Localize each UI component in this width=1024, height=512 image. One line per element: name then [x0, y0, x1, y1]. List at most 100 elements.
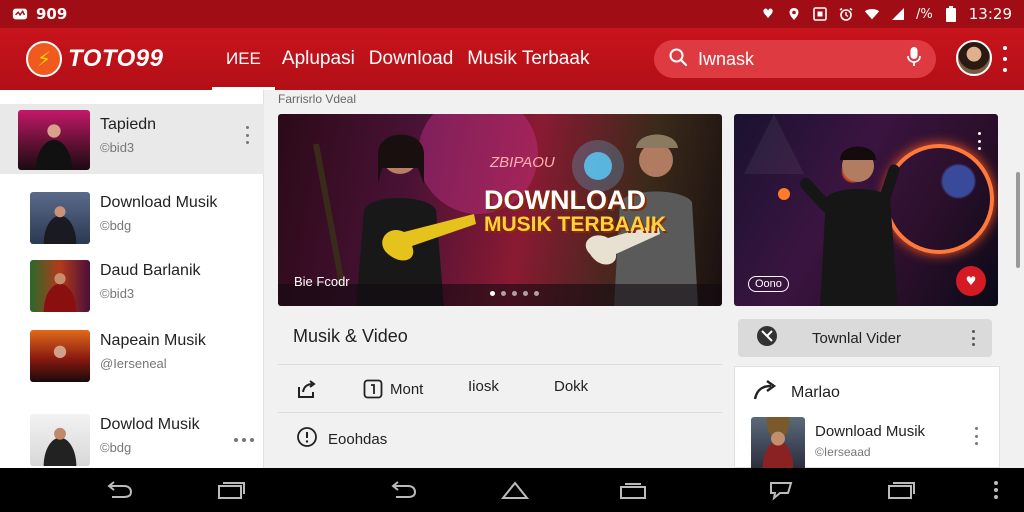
lightning-logo-icon: ⚡	[26, 41, 62, 77]
list-item-subtitle: ©bid3	[100, 286, 135, 301]
panel-item-menu-icon[interactable]	[973, 427, 979, 445]
card-menu-icon[interactable]	[976, 132, 982, 150]
list-item-subtitle: ©bid3	[100, 140, 135, 155]
pill-menu-icon[interactable]	[970, 330, 976, 346]
location-icon	[786, 7, 802, 21]
back-icon[interactable]	[388, 478, 418, 502]
item-menu-icon[interactable]	[244, 126, 250, 144]
recent-apps-icon[interactable]	[886, 478, 916, 502]
brand-logo[interactable]: ⚡ TOTO99	[0, 41, 212, 77]
divider	[278, 364, 722, 365]
microphone-icon[interactable]	[906, 46, 922, 72]
overflow-menu-icon[interactable]	[1000, 46, 1010, 72]
battery-percent-text: /%	[916, 6, 933, 22]
thumbnail	[30, 330, 90, 382]
hero-title: DOWNLOAD MUSIK TERBAAIK	[484, 186, 666, 236]
thumbnail	[18, 110, 90, 170]
top-tabs: ИEE Aplupasi Download Musik Terbaak	[212, 28, 596, 90]
nfc-icon	[812, 7, 828, 21]
panel-header-label: Marlao	[791, 383, 840, 401]
thumbnail	[30, 414, 90, 466]
thumbnail	[30, 260, 90, 312]
sidebar-list: Tapiedn ©bid3 Download Musik ©bdg Daud B…	[0, 90, 264, 468]
card-chip: Oono	[748, 276, 789, 292]
featured-video-card[interactable]: Oono ♥	[734, 114, 998, 306]
action-row: Mont Iiosk Dokk	[278, 368, 722, 410]
compass-icon	[756, 325, 778, 351]
list-item-subtitle: @Ierseneal	[100, 356, 167, 371]
list-item-title: Dowlod Musik	[100, 416, 200, 433]
share-icon	[296, 378, 318, 400]
thumbnail	[751, 417, 805, 471]
app-bar: ⚡ TOTO99 ИEE Aplupasi Download Musik Ter…	[0, 28, 1024, 90]
wifi-icon	[864, 7, 880, 21]
recent-apps-icon[interactable]	[216, 478, 246, 502]
list-item-title: Tapiedn	[100, 116, 157, 133]
scrollbar[interactable]	[1016, 172, 1020, 268]
search-icon[interactable]	[668, 47, 688, 71]
eoohdas-row[interactable]: Eoohdas	[296, 426, 387, 452]
download-video-pill[interactable]: Townlal Vider	[738, 319, 992, 357]
download-video-label: Townlal Vider	[812, 329, 901, 347]
notification-icon	[12, 7, 28, 21]
panel-header[interactable]: Marlao	[753, 379, 840, 406]
status-time: 13:29	[968, 5, 1012, 23]
list-item-title: Daud Barlanik	[100, 262, 201, 279]
list-item[interactable]: Dowlod Musik ©bdg	[0, 404, 264, 474]
breadcrumb: Farrisrlo Vdeal	[278, 92, 357, 106]
list-item[interactable]: Tapiedn ©bid3	[0, 104, 264, 174]
hero-caption: Bie Fcodr	[294, 274, 350, 289]
list-item[interactable]: Daud Barlanik ©bid3	[0, 250, 264, 320]
heart-icon: ♥	[965, 274, 977, 288]
alarm-icon	[838, 7, 854, 21]
mont-button[interactable]: Mont	[362, 378, 423, 400]
system-nav-bar	[0, 468, 1024, 512]
battery-icon	[943, 6, 959, 22]
hero-banner[interactable]: ZBIPAOU DOWNLOAD MUSIK TERBAAIK Bie Fcod…	[278, 114, 722, 306]
user-avatar[interactable]	[956, 40, 992, 76]
signal-icon	[890, 7, 906, 21]
list-item[interactable]: Download Musik ©bdg	[0, 182, 264, 252]
eoohdas-label: Eoohdas	[328, 430, 388, 448]
carousel-indicator[interactable]	[490, 291, 539, 296]
panel-item-title[interactable]: Download Musik	[815, 423, 925, 440]
dokk-button[interactable]: Dokk	[554, 378, 588, 395]
list-item-subtitle: ©bdg	[100, 440, 132, 455]
iiosk-button[interactable]: Iiosk	[468, 378, 499, 395]
tab-download[interactable]: Download	[362, 28, 461, 90]
brand-name: TOTO99	[68, 45, 164, 72]
related-panel: Marlao Download Musik ©Ierseaad	[734, 366, 1000, 471]
more-options-icon[interactable]	[234, 438, 254, 442]
alert-icon	[296, 426, 318, 452]
cast-icon[interactable]	[766, 478, 796, 502]
home-icon[interactable]	[500, 478, 530, 502]
panel-item-subtitle: ©Ierseaad	[815, 445, 871, 459]
hero-title-line1: DOWNLOAD	[484, 185, 646, 215]
search-input[interactable]	[698, 48, 896, 70]
forward-arrow-icon	[753, 379, 777, 406]
app-badge-text: 909	[36, 5, 68, 23]
list-item-title: Download Musik	[100, 194, 218, 211]
iiosk-label: Iiosk	[468, 378, 499, 395]
back-icon[interactable]	[104, 478, 134, 502]
list-item[interactable]: Napeain Musik @Ierseneal	[0, 320, 264, 390]
list-item-subtitle: ©bdg	[100, 218, 132, 233]
search-bar[interactable]	[654, 40, 936, 78]
dokk-label: Dokk	[554, 378, 589, 395]
list-item-title: Napeain Musik	[100, 332, 206, 349]
info-box-icon	[362, 378, 384, 400]
heart-button[interactable]: ♥	[956, 266, 986, 296]
thumbnail	[30, 192, 90, 244]
hero-title-line2: MUSIK TERBAAIK	[484, 213, 666, 237]
share-button[interactable]	[296, 378, 324, 400]
hero-kicker: ZBIPAOU	[490, 154, 555, 171]
tab-home[interactable]: ИEE	[212, 28, 275, 90]
nav-menu-icon[interactable]	[986, 478, 1006, 502]
tab-aplupasi[interactable]: Aplupasi	[275, 28, 362, 90]
divider	[278, 412, 722, 413]
section-title: Musik & Video	[293, 326, 408, 346]
tab-musik-terbaak[interactable]: Musik Terbaak	[460, 28, 596, 90]
recent-apps-icon[interactable]	[618, 478, 648, 502]
status-bar: 909 ♥ /% 13:29	[0, 0, 1024, 28]
heart-icon: ♥	[762, 6, 774, 22]
